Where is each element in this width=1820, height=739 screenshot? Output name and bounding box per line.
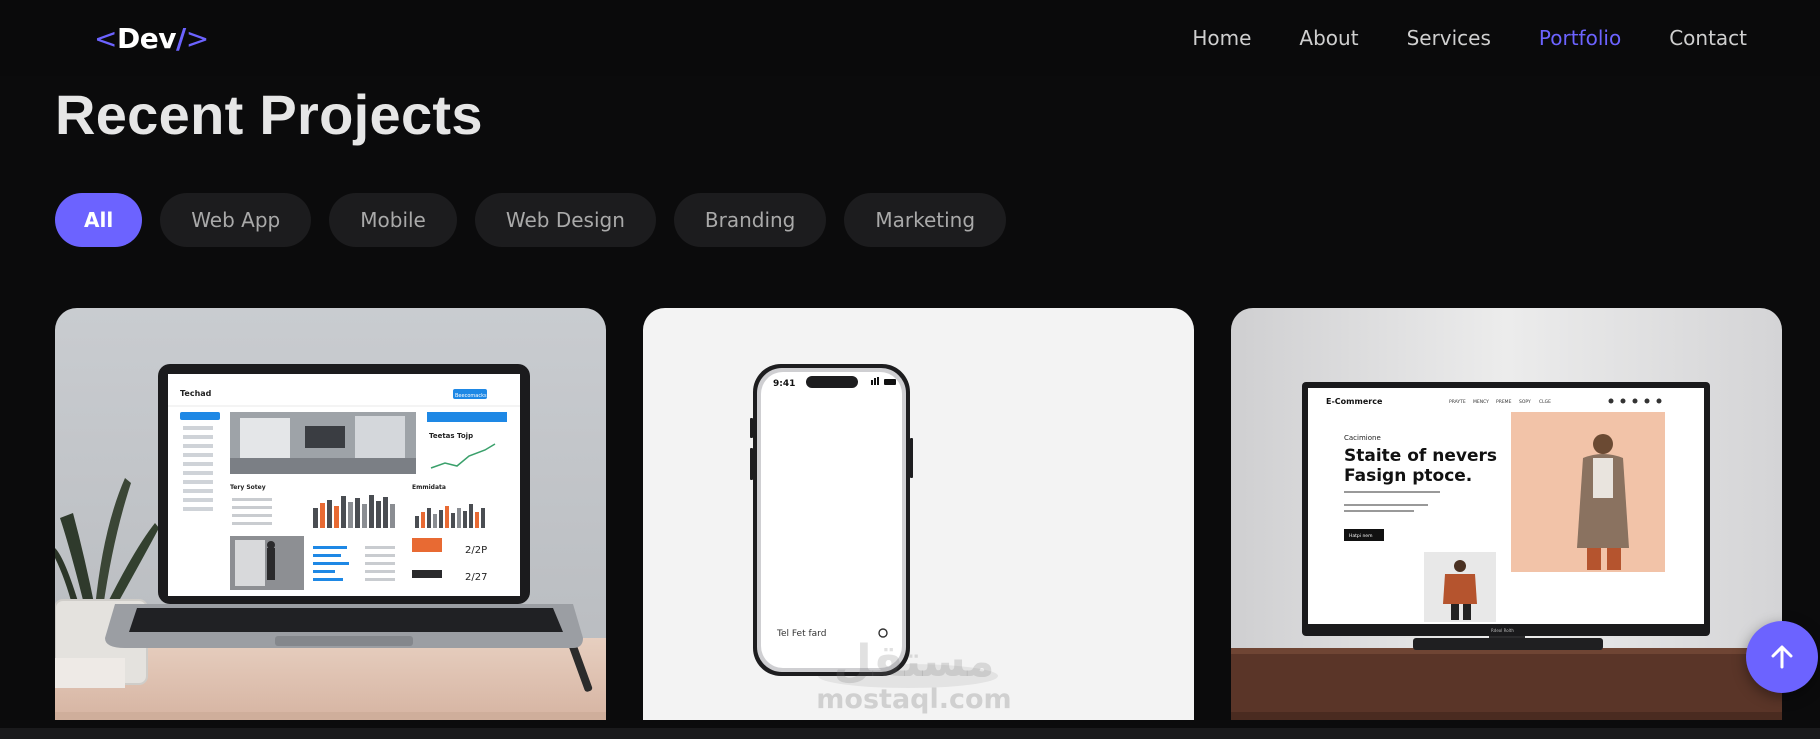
svg-text:PRAYTE: PRAYTE bbox=[1449, 399, 1466, 405]
svg-text:E-Commerce: E-Commerce bbox=[1326, 397, 1383, 406]
svg-text:Beecomacks: Beecomacks bbox=[455, 393, 487, 399]
svg-text:MENCY: MENCY bbox=[1473, 399, 1489, 405]
logo-open-bracket: < bbox=[94, 21, 117, 55]
nav-link-contact[interactable]: Contact bbox=[1669, 26, 1747, 50]
svg-text:Emmidata: Emmidata bbox=[412, 484, 446, 491]
filter-branding[interactable]: Branding bbox=[673, 193, 827, 247]
project-card-monitor[interactable]: E-Commerce PRAYTE MENCY PREME SOPY CLGE … bbox=[1231, 308, 1782, 720]
svg-text:Teetas Tojp: Teetas Tojp bbox=[429, 432, 473, 440]
svg-text:2/2P: 2/2P bbox=[465, 545, 487, 556]
svg-text:Tery Sotey: Tery Sotey bbox=[230, 484, 266, 491]
filter-mobile[interactable]: Mobile bbox=[329, 193, 457, 247]
filter-web-design[interactable]: Web Design bbox=[474, 193, 656, 247]
project-card-phone[interactable]: 9:41 Tel Fet fard bbox=[643, 308, 1194, 720]
filter-all[interactable]: All bbox=[55, 193, 143, 247]
project-filters: All Web App Mobile Web Design Branding M… bbox=[55, 193, 1007, 247]
filter-web-app[interactable]: Web App bbox=[160, 193, 312, 247]
nav-link-about[interactable]: About bbox=[1299, 26, 1358, 50]
arrow-up-icon bbox=[1771, 645, 1793, 669]
page-bottom-edge bbox=[0, 728, 1820, 739]
filter-marketing[interactable]: Marketing bbox=[844, 193, 1007, 247]
laptop-dashboard-image: Techad Beecomacks Teetas Tojp Tery Sotey… bbox=[55, 308, 606, 720]
svg-text:SOPY: SOPY bbox=[1519, 399, 1531, 405]
logo-slash: / bbox=[175, 21, 186, 55]
nav-link-services[interactable]: Services bbox=[1407, 26, 1491, 50]
project-card-laptop[interactable]: Techad Beecomacks Teetas Tojp Tery Sotey… bbox=[55, 308, 606, 720]
svg-text:CLGE: CLGE bbox=[1539, 399, 1551, 405]
portfolio-page: < Dev / > Home About Services Portfolio … bbox=[0, 0, 1820, 739]
monitor-ecommerce-image: E-Commerce PRAYTE MENCY PREME SOPY CLGE … bbox=[1231, 308, 1782, 720]
main-menu: Home About Services Portfolio Contact bbox=[1192, 26, 1747, 50]
logo-text: Dev bbox=[116, 21, 176, 55]
logo-close-bracket: > bbox=[185, 21, 209, 55]
svg-text:Hatpi nem: Hatpi nem bbox=[1349, 533, 1372, 539]
nav-link-portfolio[interactable]: Portfolio bbox=[1539, 26, 1621, 50]
phone-mockup-image: 9:41 Tel Fet fard bbox=[643, 308, 1194, 720]
svg-text:Staite of nevers: Staite of nevers bbox=[1344, 446, 1497, 466]
section-title: Recent Projects bbox=[55, 83, 483, 146]
svg-text:Cacimione: Cacimione bbox=[1344, 434, 1381, 442]
site-logo[interactable]: < Dev / > bbox=[94, 22, 209, 55]
svg-text:9:41: 9:41 bbox=[773, 379, 795, 389]
svg-text:PREME: PREME bbox=[1496, 399, 1512, 405]
svg-text:Techad: Techad bbox=[180, 389, 212, 398]
svg-text:Tel Fet fard: Tel Fet fard bbox=[776, 629, 826, 639]
svg-text:Fasign ptoce.: Fasign ptoce. bbox=[1344, 466, 1472, 486]
svg-text:Rdeol Rolth: Rdeol Rolth bbox=[1491, 628, 1514, 633]
top-nav: < Dev / > Home About Services Portfolio … bbox=[0, 0, 1820, 76]
svg-text:2/27: 2/27 bbox=[465, 572, 487, 583]
nav-link-home[interactable]: Home bbox=[1192, 26, 1251, 50]
back-to-top-button[interactable] bbox=[1746, 621, 1818, 693]
